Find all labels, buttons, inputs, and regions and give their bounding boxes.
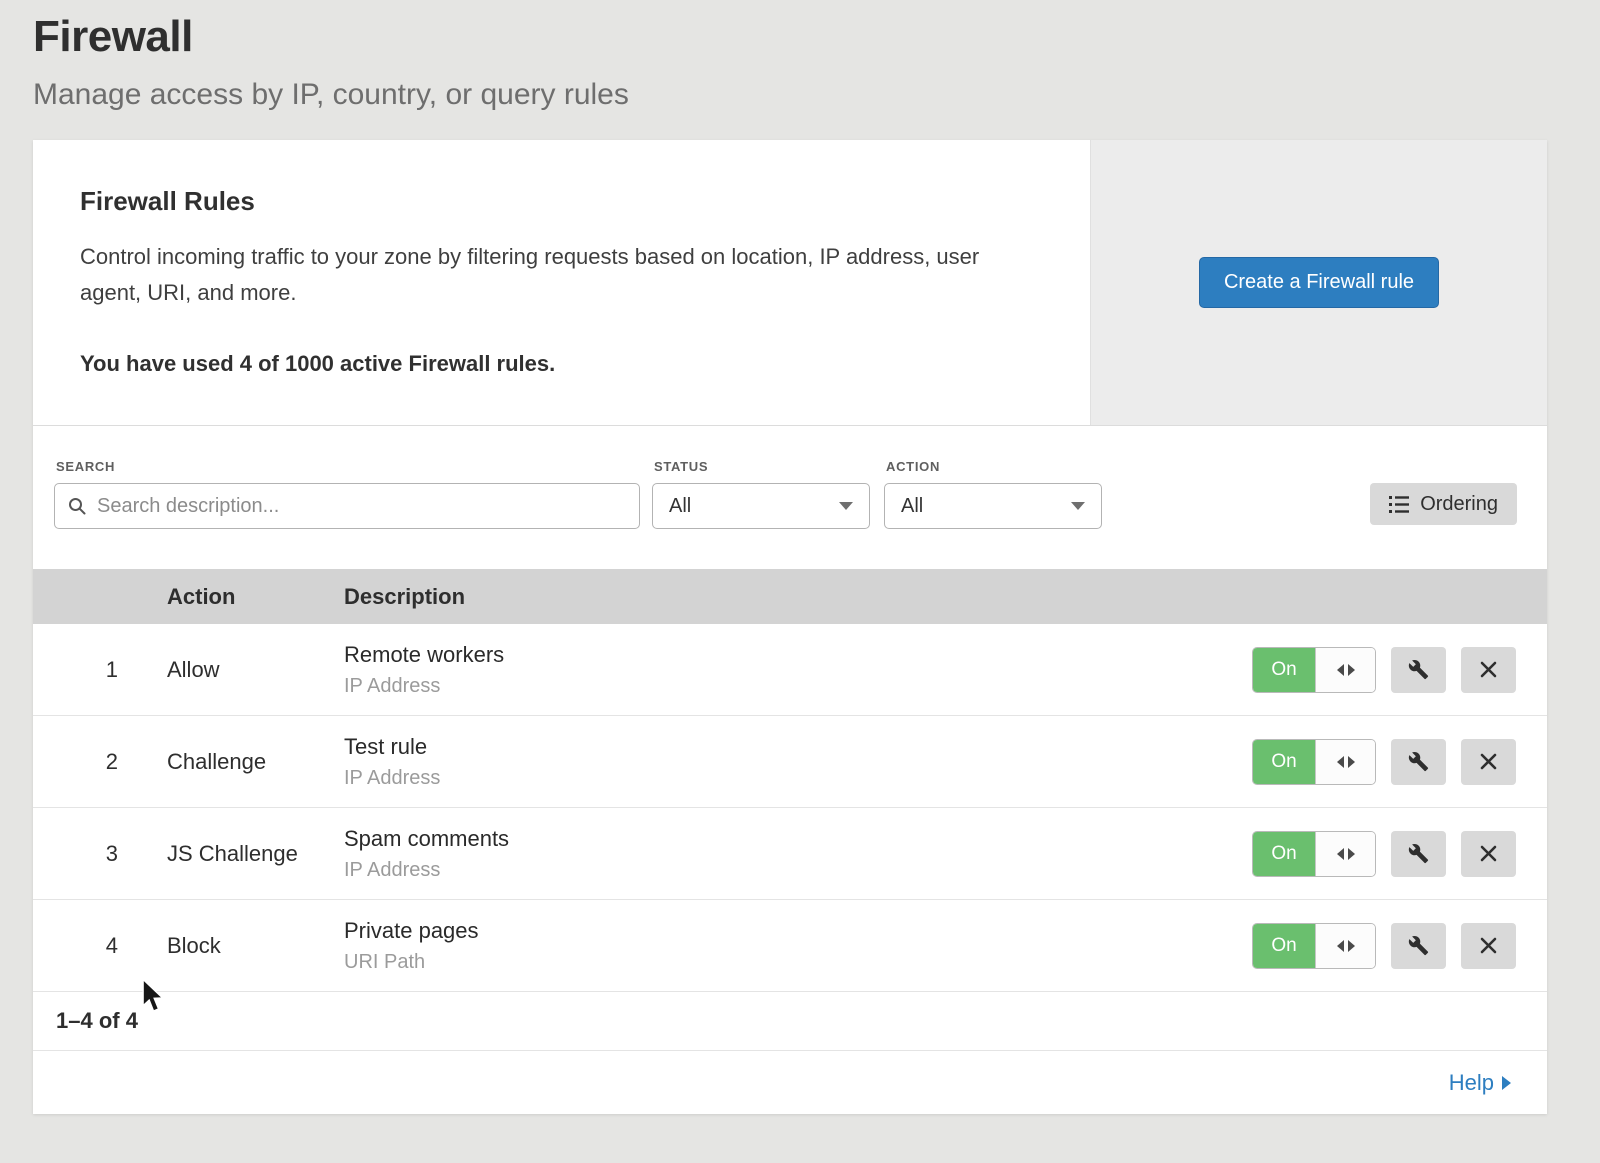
search-input[interactable] [54,483,640,529]
table-row: 1 Allow Remote workers IP Address On [33,624,1547,716]
status-select-value: All [669,495,691,518]
rule-match-type: URI Path [344,951,1222,974]
rule-action: Allow [123,657,344,683]
create-rule-panel: Create a Firewall rule [1090,140,1547,425]
rule-enabled-toggle[interactable]: On [1253,740,1315,784]
action-select[interactable]: All [884,483,1102,529]
rule-description: Private pages [344,918,1222,944]
rules-description: Control incoming traffic to your zone by… [80,239,1030,311]
search-filter-group: SEARCH [54,459,640,529]
chevron-down-icon [1071,502,1085,510]
ordering-button[interactable]: Ordering [1370,483,1517,525]
search-icon [67,496,87,516]
rule-controls: On [1222,647,1547,693]
close-icon [1479,844,1498,863]
status-filter-group: STATUS All [652,459,870,529]
rule-controls: On [1222,831,1547,877]
create-firewall-rule-button[interactable]: Create a Firewall rule [1199,257,1439,308]
rule-priority: 3 [33,841,123,867]
rule-enabled-toggle-group: On [1252,647,1376,693]
table-row: 3 JS Challenge Spam comments IP Address … [33,808,1547,900]
table-row: 4 Block Private pages URI Path On [33,900,1547,992]
filters-bar: SEARCH STATUS All ACTION All [33,426,1547,569]
left-right-arrows-icon [1337,664,1355,676]
toggle-slider-handle[interactable] [1315,832,1375,876]
column-header-action: Action [123,584,344,610]
edit-rule-button[interactable] [1391,647,1446,693]
toggle-slider-handle[interactable] [1315,648,1375,692]
rule-action: Challenge [123,749,344,775]
toggle-slider-handle[interactable] [1315,740,1375,784]
rules-usage-count: You have used 4 of 1000 active Firewall … [80,351,1030,377]
rule-action: Block [123,933,344,959]
firewall-rules-card: Firewall Rules Control incoming traffic … [33,140,1547,1114]
rule-enabled-toggle-group: On [1252,831,1376,877]
close-icon [1479,936,1498,955]
rule-description: Spam comments [344,826,1222,852]
help-link-label: Help [1449,1070,1494,1096]
rule-description-cell: Test rule IP Address [344,734,1222,790]
table-row: 2 Challenge Test rule IP Address On [33,716,1547,808]
rule-enabled-toggle-group: On [1252,923,1376,969]
left-right-arrows-icon [1337,756,1355,768]
rules-summary-section: Firewall Rules Control incoming traffic … [33,140,1547,426]
rule-controls: On [1222,739,1547,785]
rule-enabled-toggle[interactable]: On [1253,648,1315,692]
delete-rule-button[interactable] [1461,831,1516,877]
left-right-arrows-icon [1337,940,1355,952]
delete-rule-button[interactable] [1461,647,1516,693]
rule-description-cell: Remote workers IP Address [344,642,1222,698]
close-icon [1479,752,1498,771]
card-footer: Help [33,1051,1547,1114]
rule-enabled-toggle-group: On [1252,739,1376,785]
ordering-button-label: Ordering [1420,493,1498,516]
wrench-icon [1408,935,1429,956]
edit-rule-button[interactable] [1391,739,1446,785]
rule-priority: 1 [33,657,123,683]
rule-action: JS Challenge [123,841,344,867]
delete-rule-button[interactable] [1461,923,1516,969]
delete-rule-button[interactable] [1461,739,1516,785]
page-subtitle: Manage access by IP, country, or query r… [33,78,1600,112]
rule-controls: On [1222,923,1547,969]
rule-description-cell: Private pages URI Path [344,918,1222,974]
rule-enabled-toggle[interactable]: On [1253,924,1315,968]
edit-rule-button[interactable] [1391,831,1446,877]
rule-match-type: IP Address [344,675,1222,698]
search-label: SEARCH [56,459,640,474]
rule-match-type: IP Address [344,767,1222,790]
ordered-list-icon [1389,496,1409,513]
page-title: Firewall [33,12,1600,62]
action-select-value: All [901,495,923,518]
toggle-slider-handle[interactable] [1315,924,1375,968]
table-header: Action Description [33,569,1547,624]
rule-description: Remote workers [344,642,1222,668]
rule-priority: 2 [33,749,123,775]
edit-rule-button[interactable] [1391,923,1446,969]
wrench-icon [1408,843,1429,864]
arrow-right-icon [1502,1076,1511,1090]
help-link[interactable]: Help [1449,1070,1511,1096]
rule-enabled-toggle[interactable]: On [1253,832,1315,876]
action-filter-group: ACTION All [884,459,1102,529]
close-icon [1479,660,1498,679]
chevron-down-icon [839,502,853,510]
rules-summary-text: Firewall Rules Control incoming traffic … [33,140,1090,425]
status-select[interactable]: All [652,483,870,529]
rule-description-cell: Spam comments IP Address [344,826,1222,882]
wrench-icon [1408,751,1429,772]
column-header-description: Description [344,584,1222,610]
action-label: ACTION [886,459,1102,474]
page-header: Firewall Manage access by IP, country, o… [0,0,1600,112]
rule-priority: 4 [33,933,123,959]
rule-description: Test rule [344,734,1222,760]
rules-heading: Firewall Rules [80,186,1030,217]
wrench-icon [1408,659,1429,680]
status-label: STATUS [654,459,870,474]
left-right-arrows-icon [1337,848,1355,860]
search-box [54,483,640,529]
rule-match-type: IP Address [344,859,1222,882]
pagination-summary: 1–4 of 4 [33,992,1547,1051]
